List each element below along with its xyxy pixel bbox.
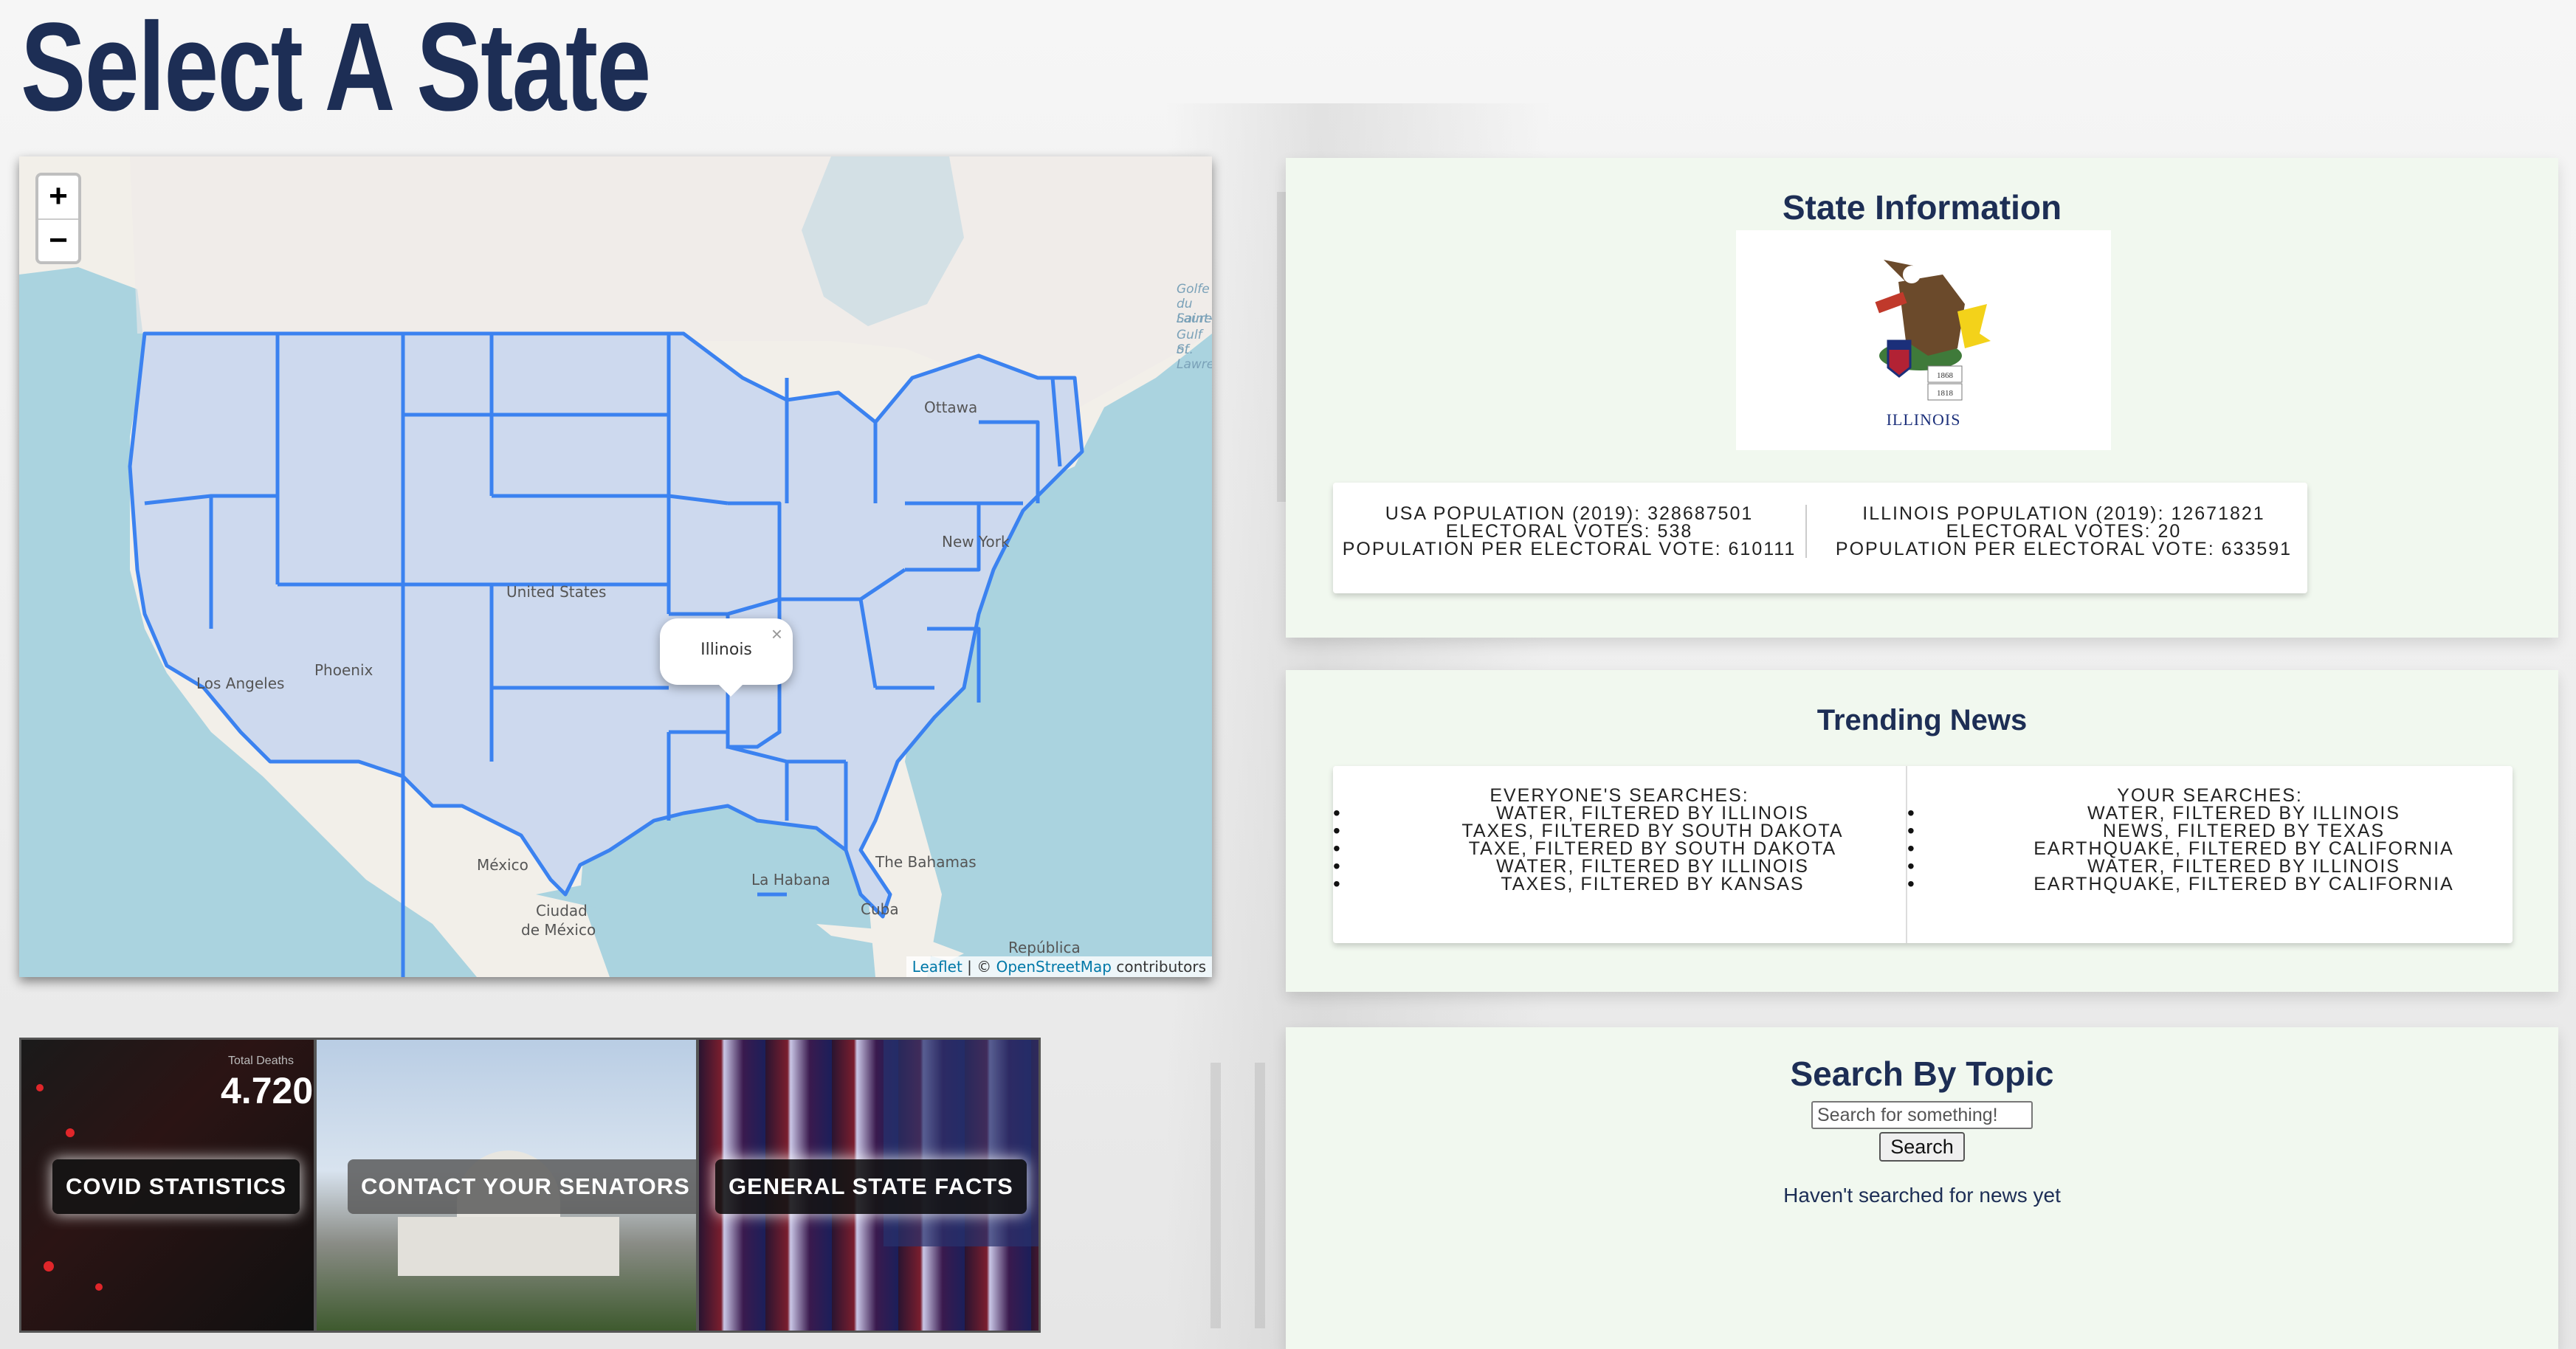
- state-pop-per-vote: POPULATION PER ELECTORAL VOTE: 633591: [1835, 539, 2293, 559]
- zoom-in-button[interactable]: +: [38, 176, 78, 220]
- your-searches-heading: YOUR SEARCHES:: [2117, 785, 2303, 806]
- zoom-out-button[interactable]: −: [38, 220, 78, 263]
- usa-pop-per-vote: POPULATION PER ELECTORAL VOTE: 610111: [1342, 539, 1797, 559]
- your-search-item[interactable]: WATER, FILTERED BY ILLINOIS: [1907, 858, 2513, 876]
- everyone-searches-heading: EVERYONE'S SEARCHES:: [1490, 785, 1749, 806]
- flag-stars-area: [884, 1040, 1039, 1246]
- everyone-search-item[interactable]: TAXES, FILTERED BY KANSAS: [1333, 875, 1906, 894]
- everyone-search-item[interactable]: TAXE, FILTERED BY SOUTH DAKOTA: [1333, 840, 1906, 858]
- trending-news-panel: Trending News EVERYONE'S SEARCHES: WATER…: [1286, 670, 2558, 992]
- covid-statistics-button[interactable]: COVID STATISTICS: [52, 1159, 300, 1214]
- senators-tile[interactable]: CONTACT YOUR SENATORS: [314, 1038, 698, 1333]
- page-title: Select A State: [21, 0, 651, 137]
- everyone-search-item[interactable]: TAXES, FILTERED BY SOUTH DAKOTA: [1333, 822, 1906, 841]
- popup-tip: [717, 683, 744, 697]
- map-label-cuba: Cuba: [861, 900, 899, 918]
- covid-dot-2: [66, 1128, 75, 1137]
- map-label-bahamas: The Bahamas: [875, 853, 977, 871]
- map-tiles: [19, 156, 1212, 977]
- search-by-topic-heading: Search By Topic: [1790, 1055, 2054, 1093]
- trending-news-heading: Trending News: [1816, 704, 2028, 736]
- state-popup: × Illinois: [660, 618, 793, 697]
- state-facts-tile[interactable]: GENERAL STATE FACTS: [697, 1038, 1041, 1333]
- attribution-tail: contributors: [1112, 958, 1206, 976]
- usa-stats: USA POPULATION (2019): 328687501 ELECTOR…: [1333, 503, 1807, 559]
- population-card: USA POPULATION (2019): 328687501 ELECTOR…: [1333, 483, 2307, 593]
- flag-year-1: 1868: [1937, 371, 1954, 380]
- trending-card: EVERYONE'S SEARCHES: WATER, FILTERED BY …: [1333, 766, 2513, 943]
- search-empty-message: Haven't searched for news yet: [1783, 1184, 2061, 1207]
- state-information-panel: State Information 1868 1818 ILLINOIS USA…: [1286, 158, 2558, 638]
- search-input[interactable]: [1811, 1101, 2033, 1129]
- osm-link[interactable]: OpenStreetMap: [996, 958, 1112, 976]
- general-state-facts-button[interactable]: GENERAL STATE FACTS: [715, 1159, 1027, 1214]
- covid-tile[interactable]: Total Deaths 4.720 COVID STATISTICS: [19, 1038, 316, 1333]
- usa-electoral-votes: ELECTORAL VOTES: 538: [1445, 521, 1693, 542]
- everyone-search-item[interactable]: WATER, FILTERED BY ILLINOIS: [1333, 804, 1906, 823]
- map-label-golfe-2: Laurent: [1177, 311, 1212, 326]
- map-label-republica: República: [1008, 939, 1081, 956]
- map-label-golfe-4: St. Lawrence: [1177, 342, 1212, 372]
- us-map[interactable]: + − Ottawa New York United States Los An…: [19, 156, 1212, 977]
- everyone-searches: EVERYONE'S SEARCHES: WATER, FILTERED BY …: [1333, 766, 1907, 943]
- map-label-ottawa: Ottawa: [924, 399, 978, 416]
- covid-dot-1: [36, 1084, 44, 1091]
- your-searches-list: WATER, FILTERED BY ILLINOIS NEWS, FILTER…: [1907, 804, 2513, 894]
- your-search-item[interactable]: EARTHQUAKE, FILTERED BY CALIFORNIA: [1907, 875, 2513, 894]
- flag-caption: ILLINOIS: [1887, 410, 1961, 429]
- map-label-phoenix: Phoenix: [314, 661, 373, 679]
- popup-state-name: Illinois: [700, 641, 752, 659]
- feature-tiles: Total Deaths 4.720 COVID STATISTICS CONT…: [19, 1038, 1041, 1333]
- search-button[interactable]: Search: [1879, 1132, 1965, 1162]
- your-searches: YOUR SEARCHES: WATER, FILTERED BY ILLINO…: [1907, 766, 2513, 943]
- covid-overlay-caption: Total Deaths: [228, 1055, 294, 1067]
- your-search-item[interactable]: WATER, FILTERED BY ILLINOIS: [1907, 804, 2513, 823]
- state-flag: 1868 1818 ILLINOIS: [1736, 230, 2111, 450]
- attribution-separator: | ©: [962, 958, 996, 976]
- illinois-flag-seal: 1868 1818 ILLINOIS: [1875, 260, 1991, 429]
- zoom-control: + −: [35, 173, 81, 264]
- covid-dot-4: [95, 1283, 103, 1291]
- map-label-golfe-0: Golfe: [1177, 282, 1210, 297]
- covid-overlay-number: 4.720: [221, 1070, 314, 1111]
- map-label-ciudad2: de México: [521, 921, 596, 939]
- map-attribution: Leaflet | © OpenStreetMap contributors: [906, 956, 1212, 977]
- search-by-topic-panel: Search By Topic Search Haven't searched …: [1286, 1027, 2558, 1349]
- map-label-newyork: New York: [942, 533, 1010, 551]
- contact-senators-button[interactable]: CONTACT YOUR SENATORS: [348, 1159, 696, 1214]
- covid-dot-3: [44, 1261, 54, 1272]
- state-stats: ILLINOIS POPULATION (2019): 12671821 ELE…: [1820, 503, 2307, 559]
- map-label-mexico: México: [477, 856, 528, 874]
- usa-population: USA POPULATION (2019): 328687501: [1385, 503, 1754, 524]
- your-search-item[interactable]: NEWS, FILTERED BY TEXAS: [1907, 822, 2513, 841]
- map-label-ciudad1: Ciudad: [536, 902, 588, 920]
- state-information-heading: State Information: [1782, 188, 2062, 227]
- map-label-losangeles: Los Angeles: [196, 674, 285, 692]
- map-label-country: United States: [506, 583, 607, 601]
- map-label-habana: La Habana: [751, 871, 830, 889]
- your-search-item[interactable]: EARTHQUAKE, FILTERED BY CALIFORNIA: [1907, 840, 2513, 858]
- flag-year-2: 1818: [1937, 389, 1954, 398]
- state-population: ILLINOIS POPULATION (2019): 12671821: [1862, 503, 2265, 524]
- state-electoral-votes: ELECTORAL VOTES: 20: [1946, 521, 2182, 542]
- everyone-searches-list: WATER, FILTERED BY ILLINOIS TAXES, FILTE…: [1333, 804, 1906, 894]
- capitol-building: [398, 1217, 619, 1276]
- everyone-search-item[interactable]: WATER, FILTERED BY ILLINOIS: [1333, 858, 1906, 876]
- leaflet-link[interactable]: Leaflet: [912, 958, 962, 976]
